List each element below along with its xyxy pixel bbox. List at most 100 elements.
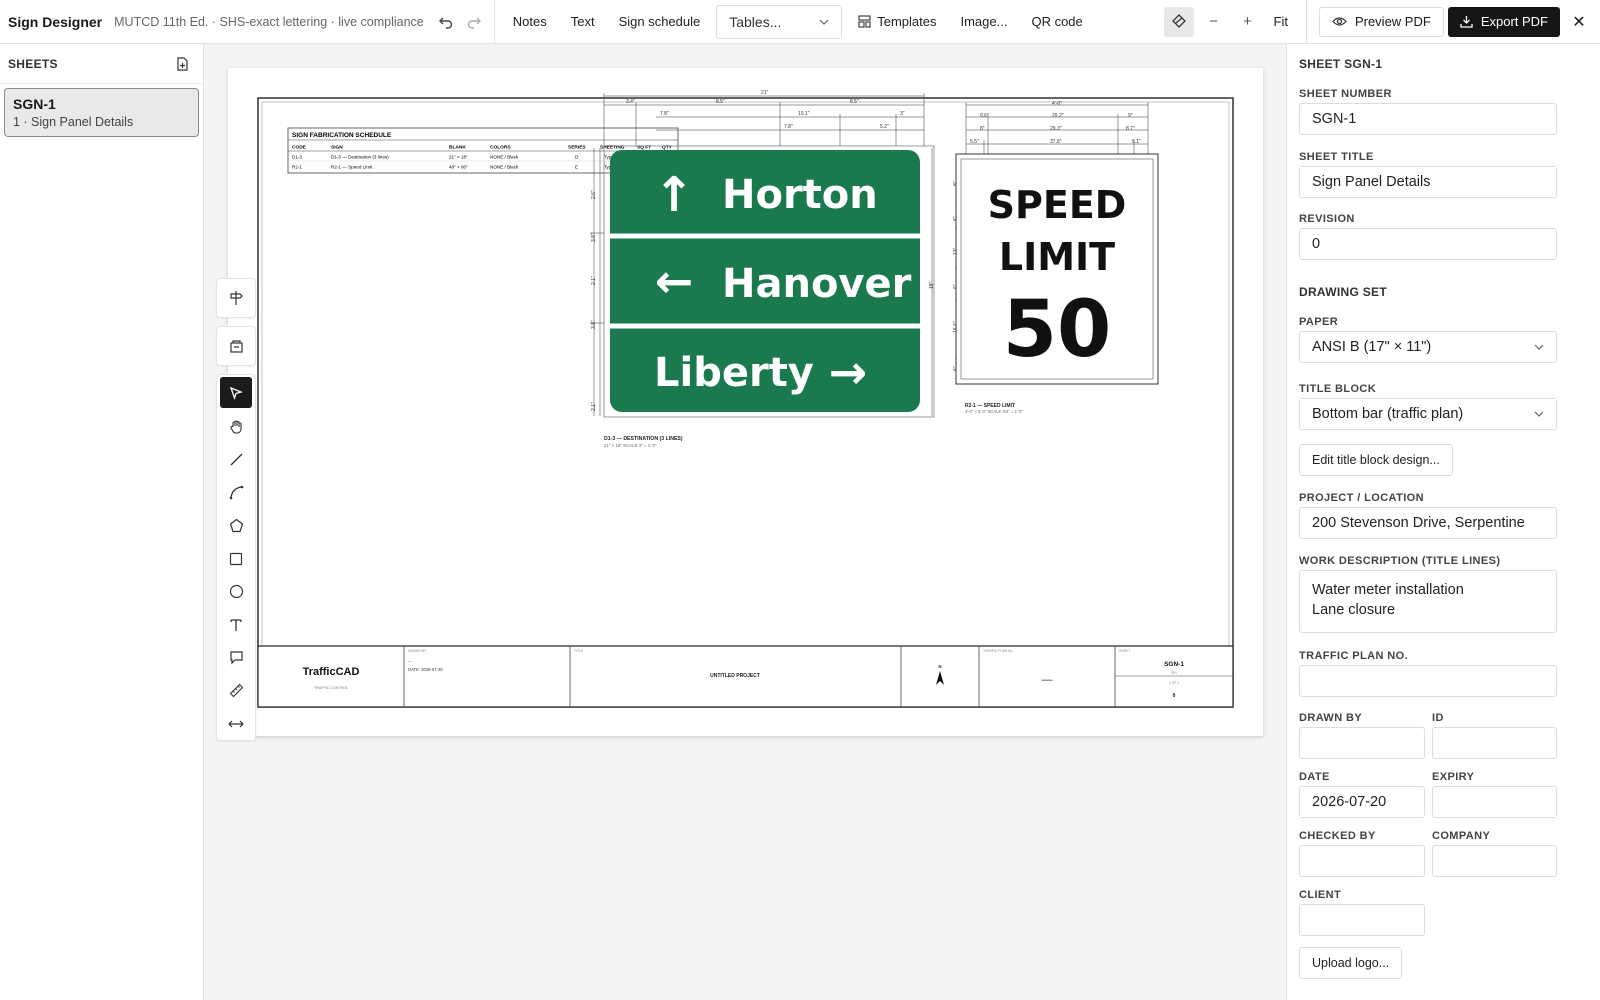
polygon-tool-icon[interactable]	[217, 509, 255, 542]
preview-pdf-button[interactable]: Preview PDF	[1318, 6, 1444, 37]
drawn-by-input[interactable]	[1299, 727, 1425, 759]
export-pdf-button[interactable]: Export PDF	[1447, 6, 1560, 37]
dim-label: 3.8"	[591, 320, 597, 329]
dim-label: 29.3"	[1050, 126, 1062, 132]
schedule-header-sqft: SQ FT	[637, 145, 651, 151]
notes-button[interactable]: Notes	[501, 7, 559, 37]
tb-north-label: N	[938, 664, 941, 669]
dim-label: 8.5"	[850, 99, 859, 105]
dim-label: 5.5"	[970, 139, 979, 145]
add-sheet-icon[interactable]	[176, 56, 189, 71]
tb-project: UNTITLED PROJECT	[710, 673, 760, 679]
dim-label: 9.6"	[980, 113, 989, 119]
pan-hand-icon[interactable]	[217, 410, 255, 443]
date-input[interactable]: 2026-07-20	[1299, 786, 1425, 818]
image-button[interactable]: Image...	[948, 7, 1019, 37]
preview-pdf-label: Preview PDF	[1354, 14, 1431, 29]
sheets-title: SHEETS	[8, 56, 58, 71]
tb-rev: 0	[1173, 693, 1176, 699]
dim-label: 21"	[761, 90, 769, 96]
traffic-plan-input[interactable]	[1299, 665, 1557, 697]
sheet-number-input[interactable]: SGN-1	[1299, 103, 1557, 135]
circle-tool-icon[interactable]	[217, 575, 255, 608]
templates-label: Templates	[877, 14, 937, 29]
expiry-input[interactable]	[1432, 786, 1557, 818]
schedule-header-sign: SIGN	[331, 145, 343, 151]
zoom-out-icon[interactable]: −	[1200, 8, 1228, 36]
client-input[interactable]	[1299, 904, 1425, 936]
library-icon[interactable]	[217, 327, 255, 365]
schedule-cell: NONE / Black	[490, 155, 519, 160]
sheet-drawing: SIGN FABRICATION SCHEDULE CODE SIGN BLAN…	[257, 90, 1234, 708]
schedule-header-blank: BLANK	[449, 145, 466, 151]
zoom-in-icon[interactable]: +	[1234, 8, 1262, 36]
qr-code-button[interactable]: QR code	[1019, 7, 1094, 37]
upload-logo-button[interactable]: Upload logo...	[1299, 947, 1403, 979]
paper-label: PAPER	[1299, 316, 1339, 328]
sheets-sidebar: SHEETS SGN-1 1 · Sign Panel Details	[0, 44, 204, 1000]
guide-line-3: Liberty	[654, 350, 814, 396]
guide-sign-caption: D1-3 — DESTINATION (3 LINES)	[604, 436, 683, 442]
dim-label: 7.8"	[784, 124, 793, 130]
chevron-down-icon	[1534, 344, 1544, 350]
schedule-header-qty: QTY	[662, 145, 673, 151]
tb-rev-label: REV	[1171, 671, 1178, 675]
client-label: CLIENT	[1299, 889, 1342, 901]
dim-label: 3"	[900, 111, 905, 117]
speed-sign-caption-sub: 4'-0" × 5'-0" SCALE 3/4" = 1'-0"	[965, 409, 1023, 414]
rectangle-tool-icon[interactable]	[217, 542, 255, 575]
select-pointer-icon[interactable]	[220, 377, 252, 408]
guide-sign-caption-sub: 21" × 18" SCALE 3" = 1'-0"	[604, 443, 657, 448]
text-button[interactable]: Text	[559, 7, 607, 37]
app-title: Sign Designer	[8, 13, 103, 30]
dimension-tool-icon[interactable]	[217, 707, 255, 740]
undo-icon[interactable]	[432, 8, 460, 36]
revision-label: REVISION	[1299, 213, 1355, 225]
sign-schedule-button[interactable]: Sign schedule	[607, 7, 713, 37]
company-input[interactable]	[1432, 845, 1557, 877]
arrow-left-icon: ←	[655, 254, 694, 308]
top-toolbar: Sign Designer MUTCD 11th Ed. · SHS-exact…	[0, 0, 1600, 44]
templates-icon	[858, 15, 871, 28]
edit-title-block-button[interactable]: Edit title block design...	[1299, 444, 1453, 476]
tb-drawn-by: —	[408, 658, 412, 663]
revision-input[interactable]: 0	[1299, 228, 1557, 260]
dim-label: 2.1"	[591, 276, 597, 285]
paper-select[interactable]: ANSI B (17" × 11")	[1299, 331, 1557, 363]
snap-toggle-icon[interactable]	[1163, 6, 1194, 37]
dim-label: 8"	[980, 126, 985, 132]
project-input[interactable]: 200 Stevenson Drive, Serpentine	[1299, 507, 1557, 539]
close-icon[interactable]: ✕	[1564, 7, 1594, 37]
arrow-up-icon: ↑	[654, 167, 694, 223]
id-input[interactable]	[1432, 727, 1557, 759]
sheet-number: SGN-1	[13, 96, 56, 112]
drawing-canvas[interactable]: SIGN FABRICATION SCHEDULE CODE SIGN BLAN…	[204, 44, 1286, 1000]
fit-button[interactable]: Fit	[1262, 7, 1300, 37]
date-label: DATE	[1299, 771, 1330, 783]
tb-title-label: TITLE	[574, 649, 584, 653]
dim-label: 7.8"	[660, 111, 669, 117]
schedule-cell: E	[575, 165, 578, 170]
dim-label: 3.8"	[591, 233, 597, 242]
download-icon	[1460, 16, 1473, 28]
curve-tool-icon[interactable]	[217, 476, 255, 509]
checked-by-input[interactable]	[1299, 845, 1425, 877]
schedule-header-code: CODE	[292, 145, 307, 151]
tables-select[interactable]: Tables...	[716, 4, 843, 39]
templates-button[interactable]: Templates	[846, 7, 948, 37]
measure-tool-icon[interactable]	[217, 674, 255, 707]
sheet-list-item[interactable]: SGN-1 1 · Sign Panel Details	[4, 88, 199, 137]
callout-tool-icon[interactable]	[217, 641, 255, 674]
title-block-select[interactable]: Bottom bar (traffic plan)	[1299, 398, 1557, 430]
text-tool-icon[interactable]	[217, 608, 255, 641]
tb-date: DATE: 2026-07-20	[408, 667, 443, 672]
signpost-icon[interactable]	[217, 279, 255, 317]
id-label: ID	[1432, 712, 1444, 724]
line-tool-icon[interactable]	[217, 443, 255, 476]
sheet-title-input[interactable]: Sign Panel Details	[1299, 166, 1557, 198]
schedule-cell: 48" × 60"	[449, 165, 468, 170]
speed-limit-sign-r2-1: SPEED LIMIT 50	[955, 153, 1159, 385]
sheet-paper: SIGN FABRICATION SCHEDULE CODE SIGN BLAN…	[228, 68, 1263, 736]
redo-icon[interactable]	[460, 8, 488, 36]
work-description-textarea[interactable]: Water meter installation Lane closure	[1299, 570, 1557, 633]
